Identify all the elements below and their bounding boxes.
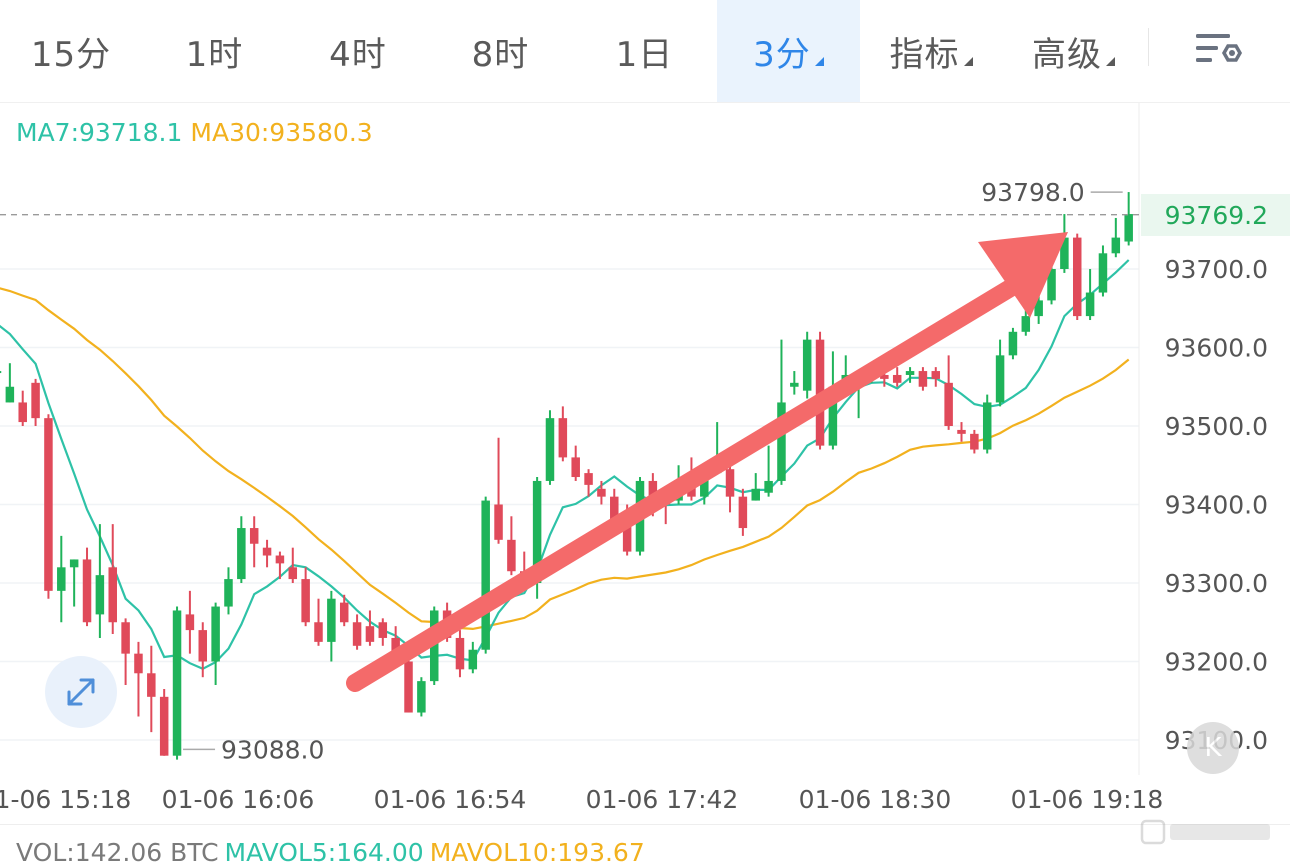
candle-body (931, 371, 941, 379)
time-tick-label: 01-06 18:30 (799, 785, 952, 814)
divider (0, 824, 1290, 825)
candle-body (1098, 253, 1108, 293)
mavol10-value: MAVOL10:193.67 (429, 838, 645, 867)
expand-icon (67, 678, 95, 706)
candle-body (352, 622, 362, 646)
candle-body (211, 606, 220, 662)
candle-body (404, 661, 413, 713)
candle-body (571, 457, 580, 478)
candle-body (314, 622, 323, 642)
candle-body (725, 469, 735, 497)
candle-body (301, 579, 310, 623)
candle-body (918, 371, 928, 387)
price-tick-label: 93600.0 (1165, 334, 1268, 363)
candle-body (237, 528, 246, 580)
candles (0, 192, 1133, 760)
time-tick-label: 01-06 19:18 (1011, 785, 1164, 814)
candle-body (545, 418, 555, 481)
candle-body (339, 602, 349, 623)
candle-body (378, 622, 388, 638)
candle-body (5, 386, 15, 403)
annotations: 93798.0 93088.0 (183, 178, 1123, 764)
price-tick-label: 93700.0 (1165, 255, 1268, 284)
candle-body (1085, 292, 1095, 317)
candle-body (957, 429, 966, 434)
candle-body (584, 473, 593, 485)
price-tick-label: 93400.0 (1165, 491, 1268, 520)
candle-body (327, 598, 336, 642)
candle-body (134, 653, 143, 674)
candle-body (1124, 214, 1133, 242)
candle-body (57, 567, 66, 591)
volume-legend: VOL:142.06 BTC MAVOL5:164.00 MAVOL10:193.6… (16, 838, 645, 867)
candle-body (0, 371, 2, 374)
candle-body (69, 559, 79, 568)
candle-body (159, 696, 169, 756)
arrow-shaft (346, 278, 1021, 692)
candle-body (275, 555, 285, 564)
ma30-line (0, 287, 1130, 631)
candle-body (738, 496, 748, 529)
candle-body (108, 567, 117, 623)
candle-body (1008, 331, 1018, 356)
candle-body (468, 649, 478, 670)
candle-body (494, 504, 503, 540)
candle-body (44, 418, 53, 591)
candle-body (1111, 237, 1121, 254)
time-tick-label: 01-06 15:18 (0, 785, 131, 814)
candle-body (417, 681, 426, 713)
low-price-label: 93088.0 (221, 735, 324, 764)
candle-body (18, 402, 27, 423)
ma30-path (0, 287, 1130, 631)
candle-body (249, 528, 259, 544)
candle-body (481, 500, 490, 650)
k-line-badge[interactable]: K (1187, 722, 1239, 774)
mavol5-value: MAVOL5:164.00 (224, 838, 424, 867)
watermark-logo (1140, 819, 1270, 845)
high-price-label: 93798.0 (981, 178, 1084, 207)
candle-body (892, 374, 902, 383)
candle-body (185, 614, 195, 631)
candle-body (224, 579, 233, 607)
candle-body (121, 622, 130, 654)
candle-body (802, 339, 812, 391)
candle-body (198, 630, 208, 662)
price-tick-label: 93200.0 (1165, 648, 1268, 677)
candle-body (1072, 237, 1082, 317)
candle-body (365, 626, 375, 642)
time-tick-label: 01-06 16:06 (162, 785, 315, 814)
candle-body (982, 402, 992, 450)
time-tick-label: 01-06 16:54 (374, 785, 527, 814)
fullscreen-button[interactable] (45, 656, 117, 728)
candle-body (597, 488, 606, 497)
current-price-label: 93769.2 (1165, 201, 1268, 230)
candle-body (262, 547, 272, 556)
volume-value: VOL:142.06 BTC (16, 838, 219, 867)
price-axis: 93700.0 93600.0 93500.0 93400.0 93300.0 93200… (1165, 255, 1268, 755)
candle-body (95, 575, 105, 615)
candle-body (995, 355, 1005, 403)
candle-body (507, 539, 516, 572)
time-axis: 01-06 15:18 01-06 16:06 01-06 16:54 01-06 1… (0, 785, 1163, 814)
candle-body (147, 673, 156, 697)
candle-body (764, 480, 773, 493)
candle-body (82, 559, 92, 623)
candle-body (288, 567, 298, 580)
candle-body (905, 371, 915, 375)
candle-body (1021, 316, 1031, 332)
candle-body (455, 637, 465, 670)
price-tick-label: 93300.0 (1165, 569, 1268, 598)
trend-arrow (346, 232, 1068, 692)
candle-body (172, 610, 182, 756)
candlestick-chart[interactable]: 93798.0 93088.0 93700.0 93600.0 93500.0 934… (0, 0, 1290, 830)
candle-body (751, 488, 760, 501)
candle-body (970, 433, 979, 450)
candle-body (31, 382, 40, 419)
candle-body (790, 382, 799, 387)
candle-body (558, 418, 568, 458)
candle-body (944, 382, 953, 426)
time-tick-label: 01-06 17:42 (586, 785, 739, 814)
price-tick-label: 93500.0 (1165, 412, 1268, 441)
